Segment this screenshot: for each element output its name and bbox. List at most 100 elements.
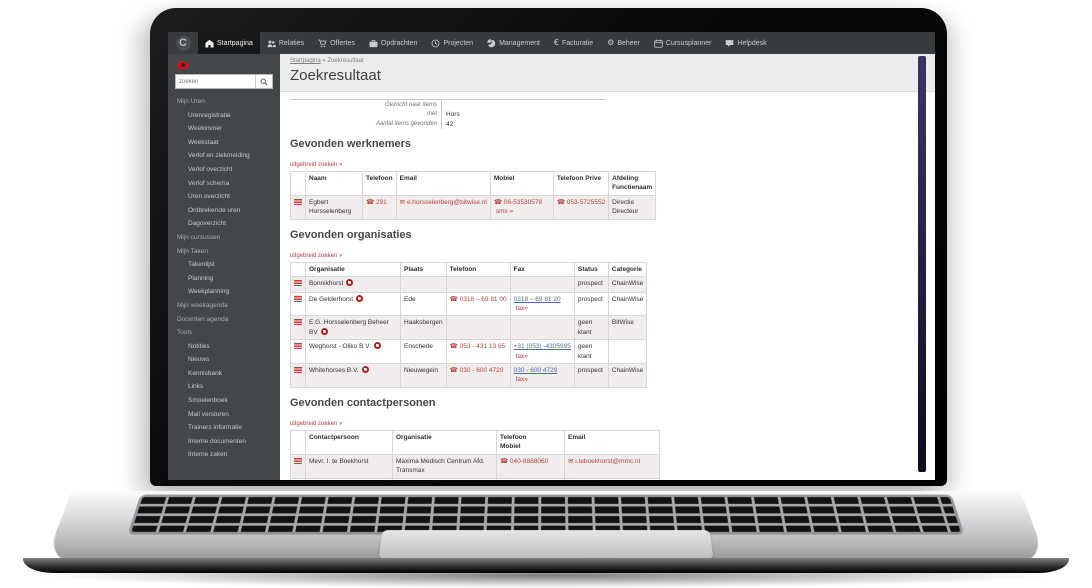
search-button[interactable]	[255, 75, 272, 88]
table-row: E.G. Horsselenberg Beheer BVHaaksbergeng…	[291, 316, 647, 340]
column-header-telefoon: Telefoon	[446, 262, 510, 276]
pie-chart-icon	[487, 39, 496, 48]
page-header-band: Startpagina » Zoekresultaat Zoekresultaa…	[280, 54, 935, 92]
extended-search-link-contactpersonen[interactable]: uitgebreid zoeken »	[290, 421, 342, 427]
sidebar-item-smoelenboek[interactable]: Smoelenboek	[168, 394, 280, 408]
cell-text: prospect	[578, 280, 603, 287]
nav-item-projecten[interactable]: Projecten	[424, 32, 480, 54]
nav-item-beheer[interactable]: ⚙Beheer	[600, 32, 647, 54]
phone-link[interactable]: ☎ 06-53530578	[494, 199, 542, 206]
sidebar-item-mijn-cursussen[interactable]: Mijn cursussen	[168, 231, 280, 245]
vcard-icon[interactable]	[294, 198, 302, 205]
table-row: Whitehorses B.V.Nieuwegein☎ 030 - 600 47…	[291, 364, 647, 388]
pdf-icon[interactable]	[346, 279, 353, 286]
column-header-organisatie: Organisatie	[306, 262, 401, 276]
vcard-icon[interactable]	[294, 342, 302, 349]
sidebar-item-docenten-agenda[interactable]: Docenten agenda	[168, 313, 280, 327]
pdf-icon[interactable]	[356, 295, 363, 302]
sidebar-item-interne-zaken[interactable]: Interne zaken	[168, 448, 280, 462]
sidebar-item-trainers-informatie[interactable]: Trainers informatie	[168, 421, 280, 435]
fax-link[interactable]: +31 (053) -4305995	[514, 343, 571, 350]
sidebar-item-nieuws[interactable]: Nieuws	[168, 353, 280, 367]
cell-text: geen klant	[578, 343, 592, 359]
extended-search-link-werknemers[interactable]: uitgebreid zoeken »	[290, 162, 342, 168]
nav-item-opdrachten[interactable]: Opdrachten	[362, 32, 425, 54]
table-cell: BitWise	[608, 316, 646, 340]
werknemers-table: NaamTelefoonEmailMobielTelefoon PriveAfd…	[290, 171, 656, 220]
table-cell: Maxima Medisch Centrum Afd. Transmax	[393, 454, 497, 478]
sidebar-item-notities[interactable]: Notities	[168, 340, 280, 354]
phone-link[interactable]: ☎ 0318 – 69 81 00	[450, 296, 507, 303]
cell-text: Mevr. I. te Boekhorst	[309, 458, 369, 465]
phone-link[interactable]: ☎ 053-5725552	[557, 199, 605, 206]
sidebar-item-dagoverzicht[interactable]: Dagoverzicht	[168, 217, 280, 231]
nav-item-facturatie[interactable]: €Facturatie	[547, 32, 600, 54]
table-cell: ☎ 291	[363, 195, 397, 219]
table-cell: E.G. Horsselenberg Beheer BV	[306, 316, 401, 340]
sidebar-item-mijn-weekagenda[interactable]: Mijn weekagenda	[168, 299, 280, 313]
phone-link[interactable]: ☎ 030 - 600 4720	[450, 367, 504, 374]
row-icon-cell	[291, 316, 306, 340]
sidebar-item-weekstaat[interactable]: Weekstaat	[168, 136, 280, 150]
nav-item-management[interactable]: Management	[480, 32, 547, 54]
pdf-icon[interactable]	[374, 342, 381, 349]
breadcrumb-home-link[interactable]: Startpagina	[290, 58, 321, 64]
row-icon-cell	[291, 277, 306, 292]
table-cell: ✉ e.horsselenberg@bitwise.nl	[396, 195, 490, 219]
extended-search-link-organisaties[interactable]: uitgebreid zoeken »	[290, 253, 342, 259]
sidebar-item-mijn-uren[interactable]: Mijn Uren	[168, 95, 280, 109]
cell-text: Weghorst - Oliko B.V.	[309, 343, 371, 350]
vcard-icon[interactable]	[294, 295, 302, 302]
vcard-icon[interactable]	[294, 457, 302, 464]
sidebar-item-mail-versturen[interactable]: Mail versturen	[168, 408, 280, 422]
email-link[interactable]: ✉ i.teboekhorst@mmc.nl	[568, 458, 640, 465]
nav-item-startpagina[interactable]: Startpagina	[198, 32, 260, 54]
pdf-icon[interactable]	[321, 328, 328, 335]
sidebar-item-verlof-overzicht[interactable]: Verlof overzicht	[168, 163, 280, 177]
sidebar-item-uren-overzicht[interactable]: Uren overzicht	[168, 190, 280, 204]
sidebar-menu: Mijn UrenUrenregistratieWeekinvoerWeekst…	[168, 95, 280, 462]
sidebar-item-tools[interactable]: Tools	[168, 326, 280, 340]
email-link[interactable]: ✉ e.horsselenberg@bitwise.nl	[400, 199, 487, 206]
nav-item-label: Facturatie	[562, 40, 593, 47]
fax-link[interactable]: 0318 – 69 81 20	[514, 296, 561, 303]
nav-item-label: Beheer	[617, 40, 640, 47]
pdf-icon[interactable]	[362, 366, 369, 373]
sidebar-item-weekinvoer[interactable]: Weekinvoer	[168, 122, 280, 136]
suffix-link[interactable]: fax»	[516, 376, 528, 383]
cell-text: BitWise	[612, 319, 634, 326]
suffix-link[interactable]: fax»	[516, 353, 528, 360]
sidebar-item-kennisbank[interactable]: Kennisbank	[168, 367, 280, 381]
criteria-value: Hors	[442, 109, 464, 119]
phone-link[interactable]: ☎ 053 - 431 13 65	[450, 343, 505, 350]
sidebar-item-links[interactable]: Links	[168, 380, 280, 394]
column-header-email: Email	[396, 172, 490, 196]
sidebar-item-verlof-schema[interactable]: Verlof schema	[168, 177, 280, 191]
sidebar-item-ontbrekende-uren[interactable]: Ontbrekende uren	[168, 204, 280, 218]
search-input[interactable]	[176, 75, 255, 88]
sidebar-item-interne-documenten[interactable]: Interne documenten	[168, 435, 280, 449]
vcard-icon[interactable]	[294, 318, 302, 325]
table-cell: Mevr. I. te Boekhorst	[306, 454, 393, 478]
sidebar-item-weekplanning[interactable]: Weekplanning	[168, 285, 280, 299]
table-cell: ☎ 030 - 600 4720	[446, 364, 510, 388]
nav-item-cursusplanner[interactable]: Cursusplanner	[647, 32, 719, 54]
sidebar-item-takenlijst[interactable]: Takenlijst	[168, 258, 280, 272]
phone-link[interactable]: ☎ 040-8888060	[500, 458, 548, 465]
vcard-icon[interactable]	[294, 279, 302, 286]
vcard-icon[interactable]	[294, 366, 302, 373]
fax-link[interactable]: 030 - 600 4729	[514, 367, 558, 374]
sidebar-item-mijn-taken[interactable]: Mijn Taken	[168, 245, 280, 259]
sidebar-item-planning[interactable]: Planning	[168, 272, 280, 286]
nav-item-offertes[interactable]: Offertes	[311, 32, 362, 54]
nav-item-relaties[interactable]: Relaties	[260, 32, 311, 54]
column-header-status: Status	[574, 262, 608, 276]
sidebar-item-verlof-en-ziekmelding[interactable]: Verlof en ziekmelding	[168, 149, 280, 163]
table-row: Dhr. Rody BonnikhorstBonnikhorst✉ rbonni…	[291, 478, 660, 480]
suffix-link[interactable]: sms »	[496, 208, 513, 215]
column-header-plaats: Plaats	[401, 262, 447, 276]
suffix-link[interactable]: fax»	[516, 305, 528, 312]
phone-link[interactable]: ☎ 291	[366, 199, 387, 206]
sidebar-item-urenregistratie[interactable]: Urenregistratie	[168, 109, 280, 123]
nav-item-helpdesk[interactable]: Helpdesk	[718, 32, 773, 54]
